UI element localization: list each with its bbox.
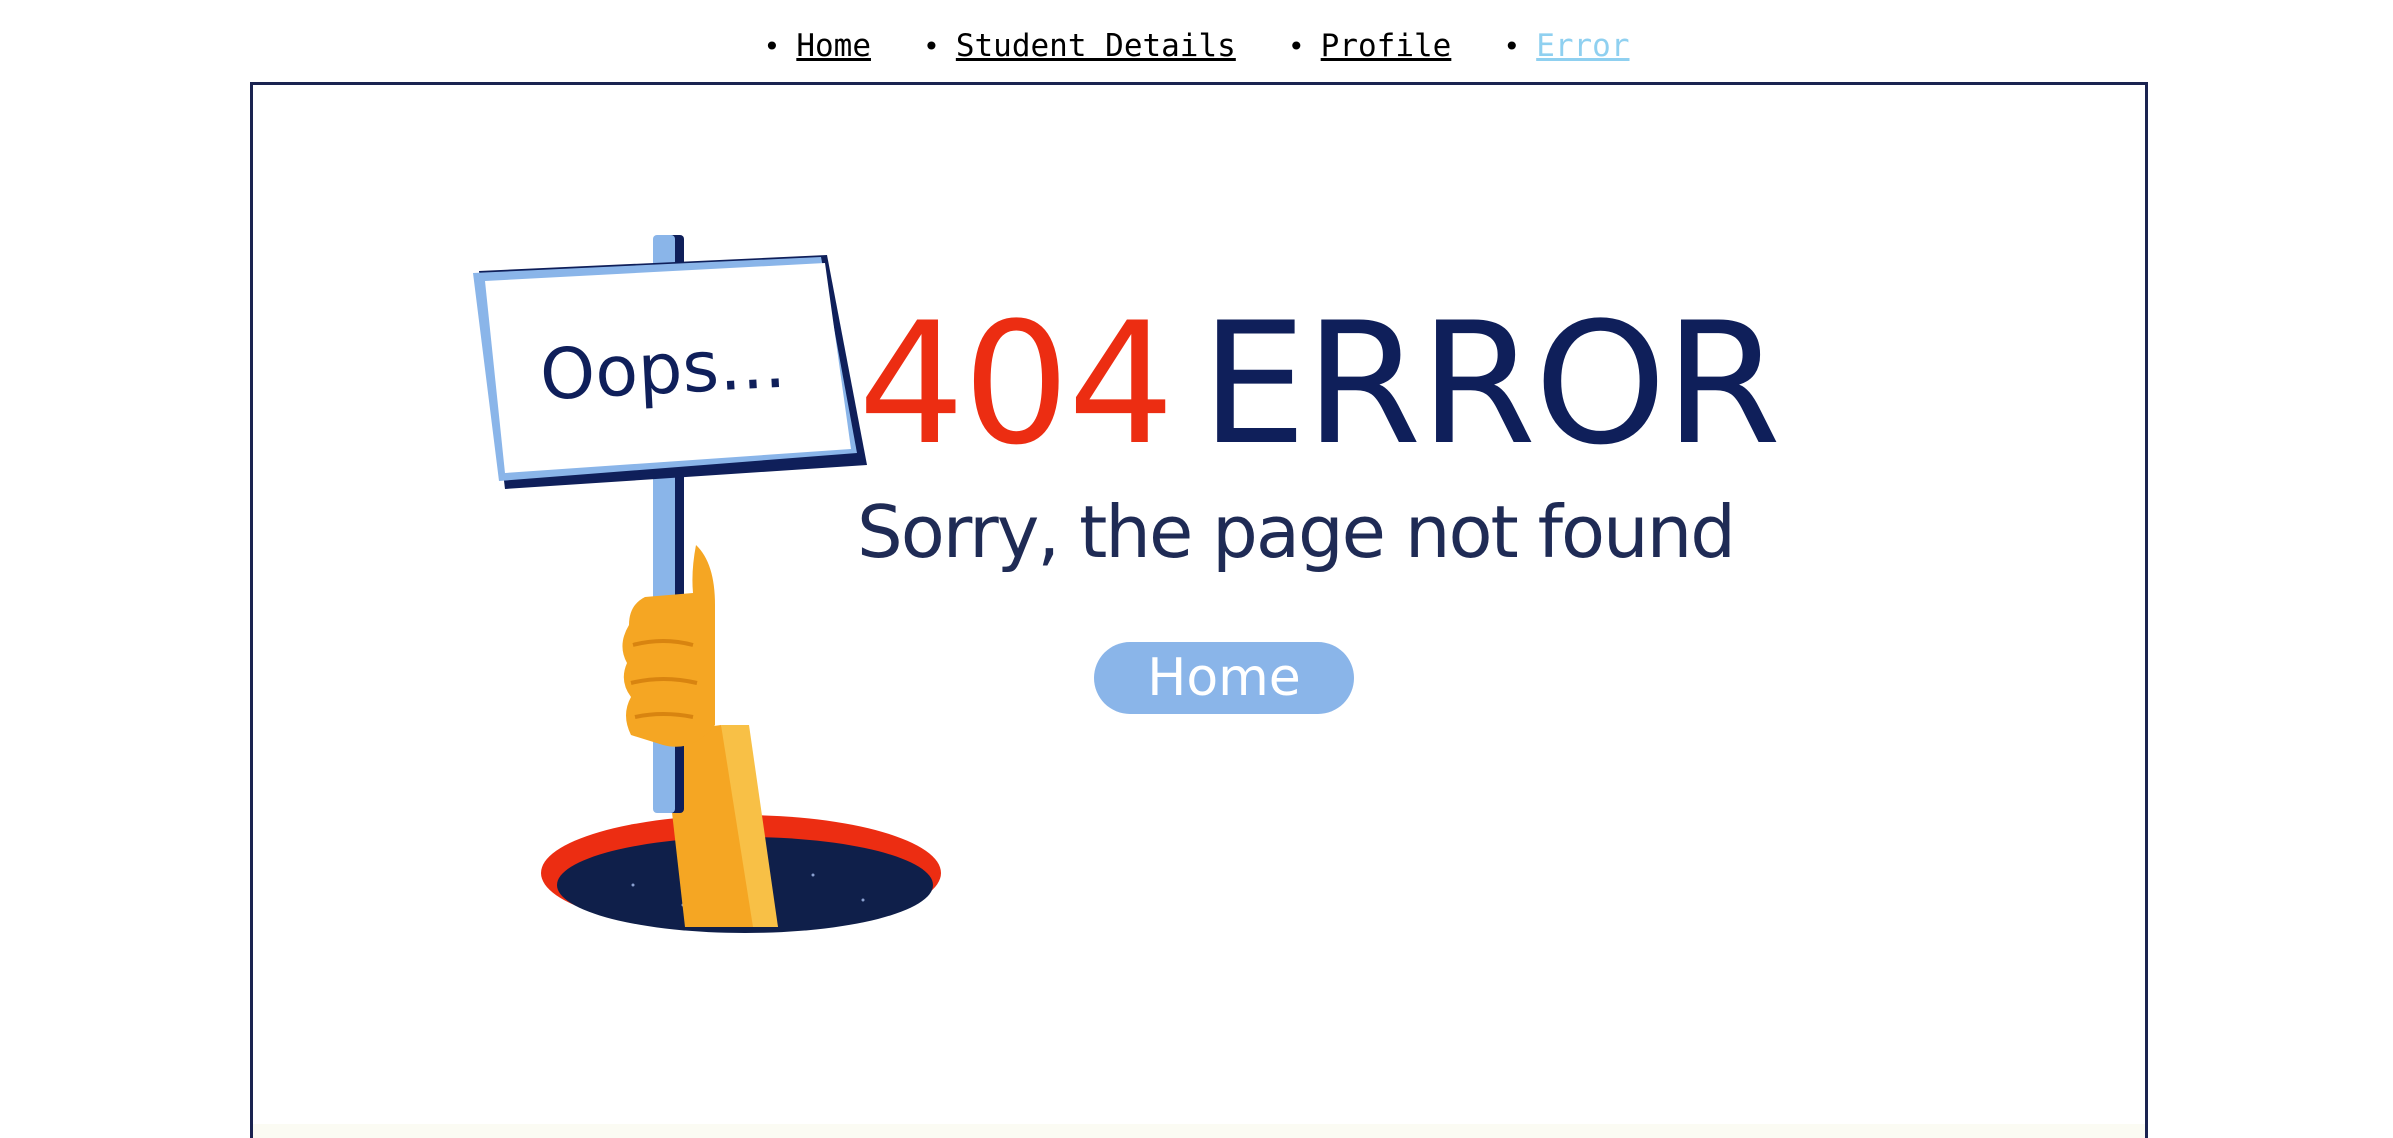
bullet-icon: • [763, 29, 781, 63]
nav-link-student-details[interactable]: Student Details [956, 28, 1236, 64]
nav-item-student-details: • Student Details [923, 28, 1236, 64]
nav-item-profile: • Profile [1288, 28, 1452, 64]
bullet-icon: • [922, 29, 940, 63]
error-message: Sorry, the page not found [857, 490, 1736, 574]
error-title: ERROR [1200, 286, 1782, 482]
nav-item-home: • Home [763, 28, 871, 64]
nav-link-error[interactable]: Error [1536, 28, 1629, 64]
oops-sign-icon: Oops... [473, 255, 867, 489]
nav-link-profile[interactable]: Profile [1321, 28, 1452, 64]
error-illustration: Oops... [473, 235, 941, 933]
home-button[interactable]: Home [1094, 642, 1354, 714]
error-heading: 404 ERROR [858, 300, 1781, 468]
top-nav: • Home • Student Details • Profile • Err… [0, 22, 2393, 70]
sign-text: Oops... [538, 322, 788, 417]
error-panel: Oops... [250, 82, 2148, 1138]
bullet-icon: • [1503, 29, 1521, 63]
error-code: 404 [858, 286, 1175, 482]
nav-item-error: • Error [1503, 28, 1629, 64]
nav-link-home[interactable]: Home [796, 28, 871, 64]
bullet-icon: • [1287, 29, 1305, 63]
bottom-edge [253, 1124, 2145, 1138]
